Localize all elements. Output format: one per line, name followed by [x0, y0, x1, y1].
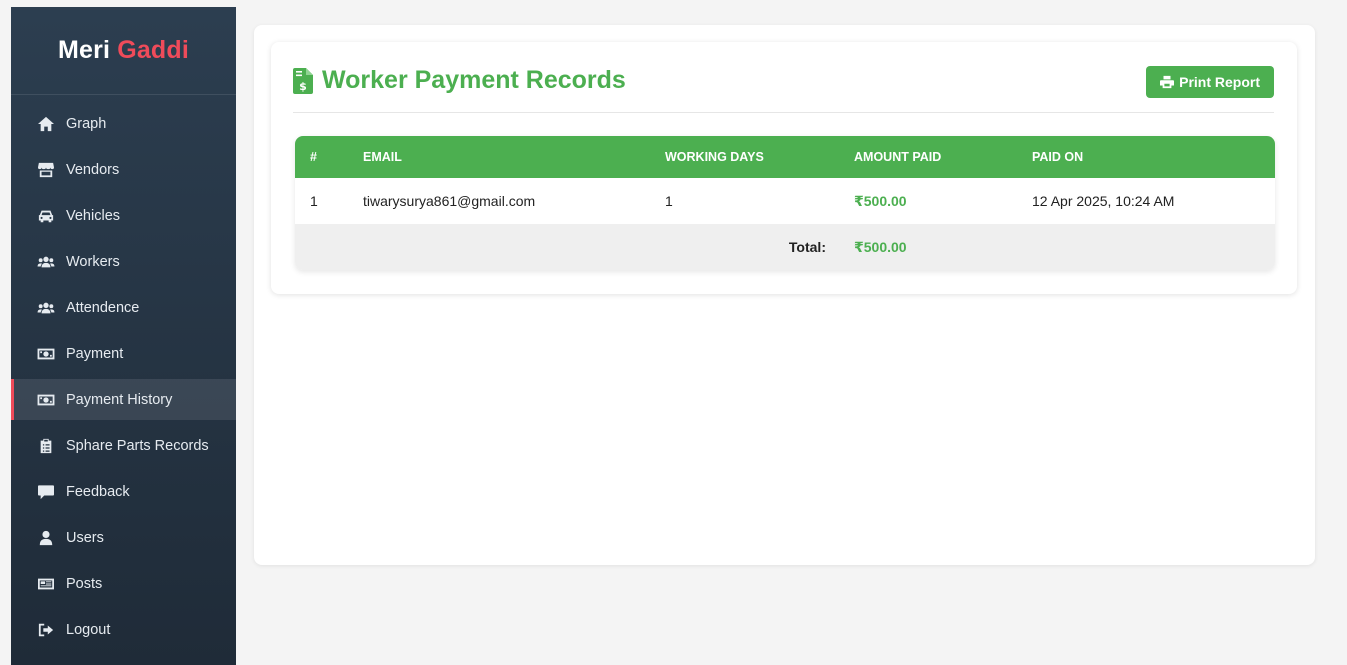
brand-accent: Gaddi	[117, 36, 190, 64]
sidebar-item-payment-history[interactable]: Payment History	[11, 379, 236, 420]
sidebar-item-label: Payment History	[66, 391, 173, 408]
sidebar-item-label: Users	[66, 529, 104, 546]
sidebar-item-sphare-parts-records[interactable]: Sphare Parts Records	[11, 425, 236, 466]
sidebar-item-graph[interactable]: Graph	[11, 103, 236, 144]
total-empty-cell	[1017, 224, 1275, 270]
sidebar-item-users[interactable]: Users	[11, 517, 236, 558]
print-report-label: Print Report	[1179, 74, 1260, 90]
cell-email: tiwarysurya861@gmail.com	[348, 178, 650, 224]
sidebar-item-label: Graph	[66, 115, 107, 132]
table-row: 1 tiwarysurya861@gmail.com 1 ₹500.00 12 …	[295, 178, 1275, 224]
print-icon	[1160, 75, 1175, 89]
sidebar-item-label: Logout	[66, 621, 111, 638]
sidebar-item-label: Workers	[66, 253, 120, 270]
users-icon	[36, 299, 56, 317]
store-icon	[36, 161, 56, 179]
money-bill-icon	[36, 391, 56, 409]
sidebar-item-label: Vendors	[66, 161, 120, 178]
user-icon	[36, 529, 56, 547]
sidebar-item-attendence[interactable]: Attendence	[11, 287, 236, 328]
sidebar-item-posts[interactable]: Posts	[11, 563, 236, 604]
sidebar-item-workers[interactable]: Workers	[11, 241, 236, 282]
sidebar-item-label: Feedback	[66, 483, 130, 500]
brand-primary: Meri	[57, 36, 111, 64]
table-header-row: # EMAIL WORKING DAYS AMOUNT PAID PAID ON	[295, 136, 1275, 178]
sidebar-item-logout[interactable]: Logout	[11, 609, 236, 650]
print-report-button[interactable]: Print Report	[1146, 66, 1274, 98]
money-bill-icon	[36, 345, 56, 363]
sign-out-icon	[36, 621, 56, 639]
payment-records-card: $ Worker Payment Records Print Report # …	[271, 42, 1297, 294]
page-title-text: Worker Payment Records	[322, 66, 626, 94]
sidebar-item-payment[interactable]: Payment	[11, 333, 236, 374]
home-icon	[36, 115, 56, 133]
payment-table: # EMAIL WORKING DAYS AMOUNT PAID PAID ON…	[295, 136, 1275, 270]
sidebar-item-label: Payment	[66, 345, 124, 362]
cell-paid-on: 12 Apr 2025, 10:24 AM	[1017, 178, 1275, 224]
total-amount: ₹500.00	[839, 224, 1017, 270]
car-icon	[36, 207, 56, 225]
sidebar-item-vehicles[interactable]: Vehicles	[11, 195, 236, 236]
total-label: Total:	[295, 224, 839, 270]
sidebar-item-label: Posts	[66, 575, 103, 592]
column-header-amount-paid: AMOUNT PAID	[839, 136, 1017, 178]
page-title: $ Worker Payment Records	[293, 66, 626, 95]
sidebar-item-label: Attendence	[66, 299, 140, 316]
clipboard-icon	[36, 437, 56, 455]
table-total-row: Total: ₹500.00	[295, 224, 1275, 270]
users-icon	[36, 253, 56, 271]
comment-icon	[36, 483, 56, 501]
sidebar-menu: Graph Vendors Vehicles Workers Attendenc…	[11, 95, 236, 650]
main-content: $ Worker Payment Records Print Report # …	[254, 25, 1315, 565]
sidebar-item-vendors[interactable]: Vendors	[11, 149, 236, 190]
file-invoice-dollar-icon: $	[293, 67, 313, 94]
column-header-email: EMAIL	[348, 136, 650, 178]
sidebar-item-feedback[interactable]: Feedback	[11, 471, 236, 512]
sidebar-item-label: Vehicles	[66, 207, 121, 224]
svg-text:$: $	[299, 80, 307, 93]
column-header-index: #	[295, 136, 348, 178]
sidebar-item-label: Sphare Parts Records	[66, 437, 209, 454]
cell-index: 1	[295, 178, 348, 224]
column-header-paid-on: PAID ON	[1017, 136, 1275, 178]
cell-working-days: 1	[650, 178, 839, 224]
payment-table-container: # EMAIL WORKING DAYS AMOUNT PAID PAID ON…	[295, 136, 1275, 270]
brand-logo[interactable]: Meri Gaddi	[11, 7, 236, 95]
sidebar: Meri Gaddi Graph Vendors Vehicles Worker…	[11, 7, 236, 665]
newspaper-icon	[36, 575, 56, 593]
card-header: $ Worker Payment Records Print Report	[293, 66, 1274, 113]
cell-amount-paid: ₹500.00	[839, 178, 1017, 224]
column-header-working-days: WORKING DAYS	[650, 136, 839, 178]
